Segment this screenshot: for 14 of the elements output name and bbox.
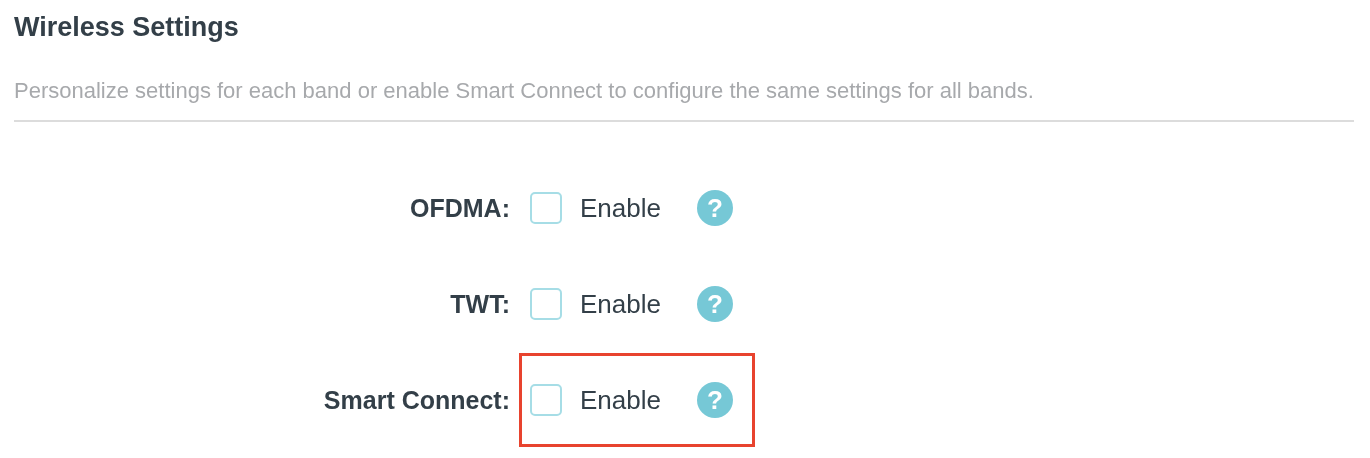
setting-label: TWT: [449,289,510,319]
help-button[interactable]: ? [696,286,733,322]
help-button[interactable]: ? [696,382,733,418]
checkbox-label: Enable [580,384,661,416]
checkbox-label: Enable [580,288,661,320]
enable-checkbox[interactable] [530,288,562,320]
page-title: Wireless Settings [14,12,239,42]
setting-label: OFDMA: [409,193,510,223]
description-text: Personalize settings for each band or enable Smart Connect to configure the same settings for all bands. [14,78,1034,104]
enable-checkbox[interactable] [530,192,562,224]
setting-label: Smart Connect: [322,385,510,415]
enable-checkbox[interactable] [530,384,562,416]
help-button[interactable]: ? [696,190,733,226]
checkbox-label: Enable [580,192,661,224]
